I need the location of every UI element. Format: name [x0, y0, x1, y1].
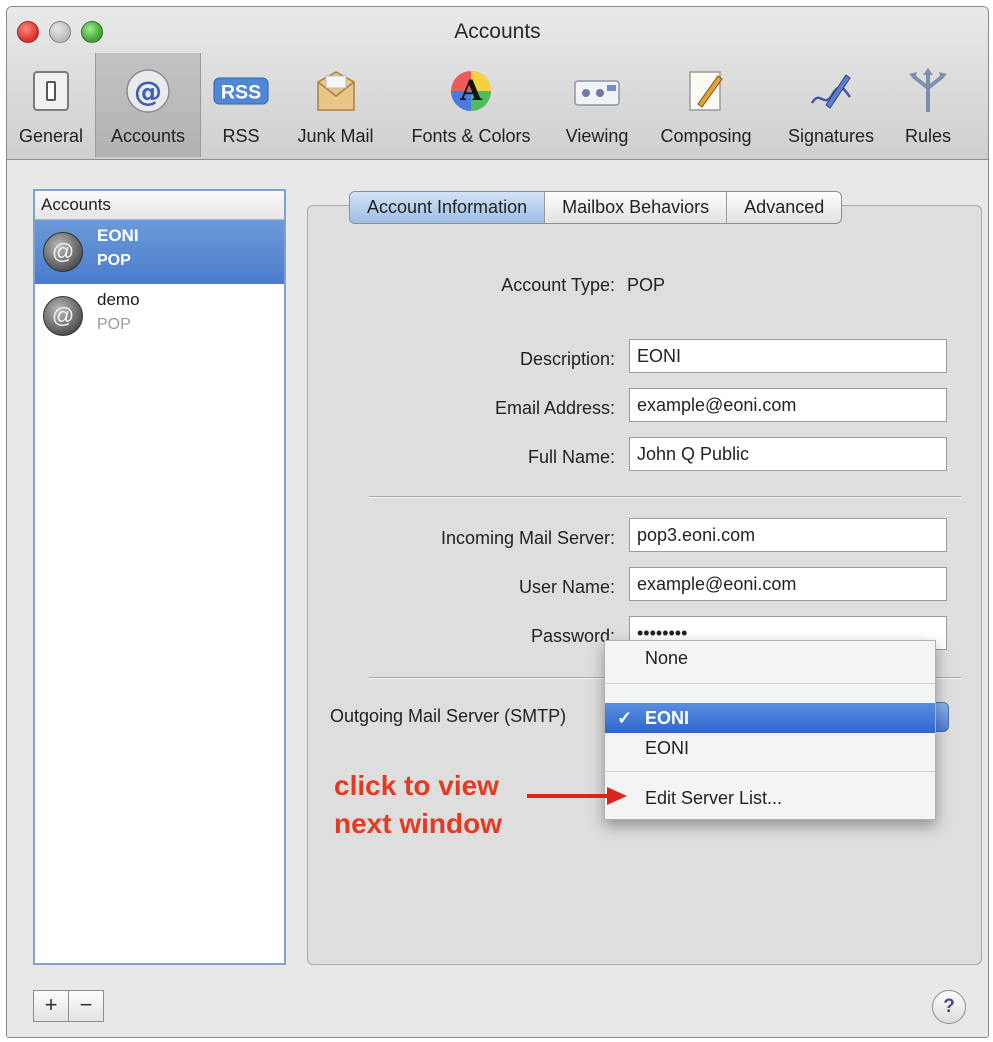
general-switch-icon [23, 68, 79, 114]
account-name: EONI [97, 226, 139, 245]
svg-text:@: @ [134, 75, 162, 108]
fonts-colors-icon: A [443, 68, 499, 114]
toolbar-label: Fonts & Colors [411, 126, 531, 146]
toolbar-label: Accounts [110, 126, 186, 146]
account-at-icon: @ [43, 296, 83, 336]
help-button[interactable]: ? [932, 990, 966, 1024]
description-field[interactable] [629, 339, 947, 373]
smtp-server-menu: None ✓ EONI EONI Edit Server List... [604, 640, 936, 820]
menu-item-none[interactable]: None [605, 643, 935, 673]
annotation-line: click to view [334, 770, 499, 801]
tab-account-information[interactable]: Account Information [350, 192, 546, 223]
at-sign-icon: @ [120, 68, 176, 114]
toolbar-accounts[interactable]: @ Accounts [95, 53, 201, 157]
add-account-button[interactable]: + [33, 990, 69, 1022]
description-label: Description: [519, 349, 615, 369]
menu-separator [605, 683, 935, 684]
menu-item-edit-server-list[interactable]: Edit Server List... [605, 783, 935, 813]
toolbar-rss[interactable]: RSS RSS [201, 53, 281, 157]
toolbar-label: Composing [660, 126, 752, 146]
outgoing-mail-server-label: Outgoing Mail Server (SMTP) [330, 706, 567, 726]
menu-item-eoni-selected[interactable]: ✓ EONI [605, 703, 935, 733]
menu-separator [605, 771, 935, 772]
toolbar-label: Junk Mail [297, 126, 374, 146]
email-address-label: Email Address: [494, 398, 615, 418]
separator [369, 496, 961, 497]
user-name-label: User Name: [518, 577, 615, 597]
account-type: POP [97, 316, 131, 333]
email-address-field[interactable] [629, 388, 947, 422]
add-remove-controls: + − [33, 990, 104, 1022]
svg-text:RSS: RSS [221, 81, 261, 103]
account-row-demo[interactable]: @ demo POP [35, 284, 284, 348]
rss-icon: RSS [213, 68, 269, 114]
preferences-toolbar: General @ Accounts RSS RSS Junk Mail A F… [7, 53, 988, 157]
toolbar-rules[interactable]: Rules [892, 53, 964, 157]
accounts-list-header: Accounts [35, 191, 284, 220]
account-at-icon: @ [43, 232, 83, 272]
account-type-value: POP [627, 275, 666, 295]
remove-account-button[interactable]: − [69, 990, 104, 1022]
settings-tabs: Account Information Mailbox Behaviors Ad… [349, 191, 843, 224]
accounts-list[interactable]: Accounts @ EONI POP @ demo POP [33, 189, 286, 965]
account-type: POP [97, 252, 131, 269]
tab-advanced[interactable]: Advanced [727, 192, 841, 223]
annotation-line: next window [334, 808, 502, 839]
full-name-label: Full Name: [527, 447, 615, 467]
annotation-text: click to view next window [334, 767, 502, 843]
toolbar-fonts-colors[interactable]: A Fonts & Colors [390, 53, 552, 157]
junk-mail-icon [308, 68, 364, 114]
incoming-mail-server-field[interactable] [629, 518, 947, 552]
user-name-field[interactable] [629, 567, 947, 601]
account-name: demo [97, 290, 140, 309]
toolbar-general[interactable]: General [7, 53, 95, 157]
signatures-icon [803, 68, 859, 114]
rules-icon [900, 68, 956, 114]
account-type-label: Account Type: [501, 275, 615, 295]
preferences-window: Accounts General @ Accounts RSS RSS Junk… [6, 6, 989, 1038]
password-label: Password: [530, 626, 615, 646]
title-bar: Accounts General @ Accounts RSS RSS Junk… [7, 7, 988, 160]
menu-item-eoni[interactable]: EONI [605, 733, 935, 763]
menu-item-label: EONI [645, 708, 690, 728]
full-name-field[interactable] [629, 437, 947, 471]
accounts-pane: Accounts @ EONI POP @ demo POP + − ? Acc… [7, 160, 988, 1037]
viewing-icon [569, 68, 625, 114]
toolbar-label: RSS [222, 126, 260, 146]
toolbar-viewing[interactable]: Viewing [552, 53, 642, 157]
incoming-mail-server-label: Incoming Mail Server: [440, 528, 615, 548]
toolbar-junk-mail[interactable]: Junk Mail [281, 53, 390, 157]
toolbar-label: General [18, 126, 84, 146]
annotation-arrow-icon [527, 787, 627, 805]
toolbar-signatures[interactable]: Signatures [770, 53, 892, 157]
checkmark-icon: ✓ [617, 708, 633, 728]
toolbar-composing[interactable]: Composing [642, 53, 770, 157]
composing-icon [678, 68, 734, 114]
tab-mailbox-behaviors[interactable]: Mailbox Behaviors [545, 192, 728, 223]
toolbar-label: Viewing [565, 126, 629, 146]
account-row-eoni[interactable]: @ EONI POP [35, 220, 284, 284]
svg-text:A: A [459, 74, 483, 107]
window-title: Accounts [454, 20, 541, 43]
toolbar-label: Rules [904, 126, 952, 146]
toolbar-label: Signatures [787, 126, 875, 146]
